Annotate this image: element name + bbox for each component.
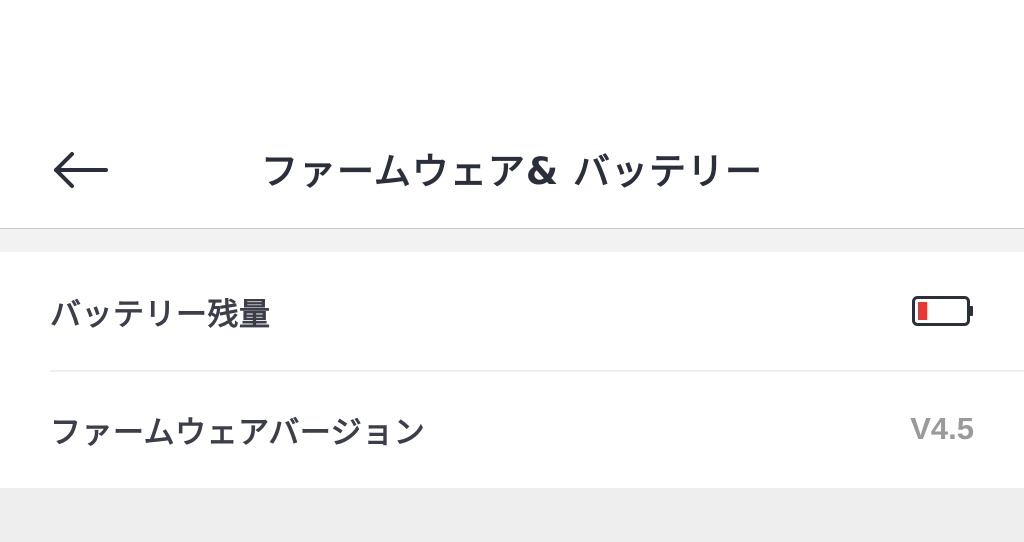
firmware-version-label: ファームウェアバージョン — [50, 414, 426, 451]
battery-fill — [918, 302, 928, 320]
battery-level-row: バッテリー残量 — [50, 252, 1024, 372]
section-divider — [0, 229, 1024, 252]
app-header: ファームウェア& バッテリー — [0, 0, 1024, 229]
firmware-version-row: ファームウェアバージョン V4.5 — [50, 370, 1024, 488]
settings-list: バッテリー残量 ファームウェアバージョン V4.5 — [0, 252, 1024, 488]
battery-low-icon — [912, 296, 973, 326]
footer-background — [0, 488, 1024, 542]
page-title: ファームウェア& バッテリー — [260, 150, 764, 193]
battery-level-label: バッテリー残量 — [50, 296, 271, 333]
firmware-version-value: V4.5 — [910, 411, 974, 446]
